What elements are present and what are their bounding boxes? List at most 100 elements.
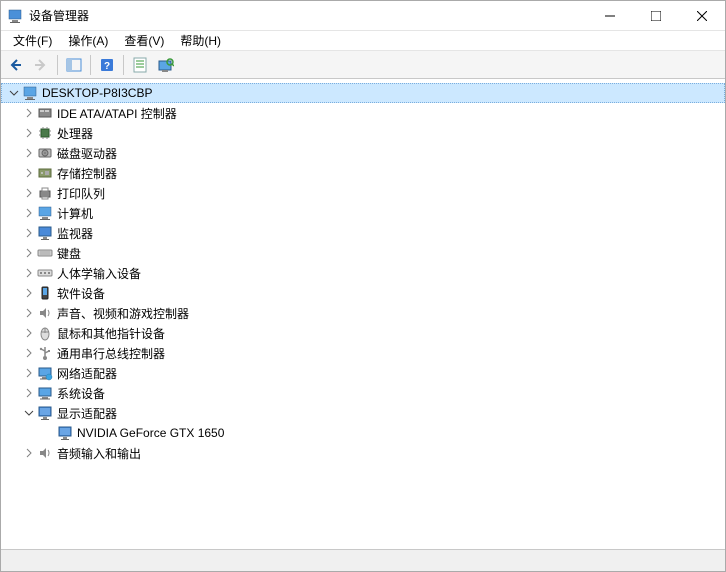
tree-item[interactable]: 音频输入和输出 [1,443,725,463]
usb-icon [37,345,53,361]
window-title: 设备管理器 [29,7,587,24]
expander-closed-icon[interactable] [21,205,37,221]
toolbar: ? [1,51,725,79]
expander-closed-icon[interactable] [21,385,37,401]
help-button[interactable]: ? [95,53,119,77]
expander-closed-icon[interactable] [21,165,37,181]
tree-item-label: 网络适配器 [57,365,117,382]
computer-icon [22,85,38,101]
cpu-icon [37,125,53,141]
tree-item[interactable]: 鼠标和其他指针设备 [1,323,725,343]
expander-closed-icon[interactable] [21,365,37,381]
tree-item[interactable]: 系统设备 [1,383,725,403]
tree-root-item[interactable]: DESKTOP-P8I3CBP [1,83,725,103]
tree-item-label: IDE ATA/ATAPI 控制器 [57,105,177,122]
tree-item-label: 通用串行总线控制器 [57,345,165,362]
window-controls [587,1,725,30]
ide-icon [37,105,53,121]
mouse-icon [37,325,53,341]
toolbar-separator [123,55,124,75]
show-hide-tree-button[interactable] [62,53,86,77]
tree-item[interactable]: NVIDIA GeForce GTX 1650 [1,423,725,443]
tree-item[interactable]: 网络适配器 [1,363,725,383]
expander-closed-icon[interactable] [21,105,37,121]
tree-item-label: 系统设备 [57,385,105,402]
tree-item[interactable]: 软件设备 [1,283,725,303]
device-tree: DESKTOP-P8I3CBP IDE ATA/ATAPI 控制器处理器磁盘驱动器… [1,79,725,549]
tree-item-label: 存储控制器 [57,165,117,182]
expander-closed-icon[interactable] [21,305,37,321]
expander-open-icon[interactable] [21,405,37,421]
expander-closed-icon[interactable] [21,265,37,281]
tree-item[interactable]: 存储控制器 [1,163,725,183]
menu-file[interactable]: 文件(F) [5,30,60,51]
tree-item-label: 磁盘驱动器 [57,145,117,162]
tree-item[interactable]: 处理器 [1,123,725,143]
tree-item-label: 显示适配器 [57,405,117,422]
expander-closed-icon[interactable] [21,185,37,201]
expander-closed-icon[interactable] [21,225,37,241]
tree-item[interactable]: 显示适配器 [1,403,725,423]
printer-icon [37,185,53,201]
tree-item[interactable]: 人体学输入设备 [1,263,725,283]
toolbar-separator [57,55,58,75]
back-button[interactable] [3,53,27,77]
expander-closed-icon[interactable] [21,145,37,161]
menubar: 文件(F) 操作(A) 查看(V) 帮助(H) [1,31,725,51]
tree-item[interactable]: 磁盘驱动器 [1,143,725,163]
tree-item-label: 鼠标和其他指针设备 [57,325,165,342]
tree-item[interactable]: 监视器 [1,223,725,243]
expander-closed-icon[interactable] [21,245,37,261]
tree-item[interactable]: 计算机 [1,203,725,223]
close-button[interactable] [679,1,725,30]
network-icon [37,365,53,381]
menu-help[interactable]: 帮助(H) [172,30,229,51]
menu-view[interactable]: 查看(V) [116,30,172,51]
hid-icon [37,265,53,281]
disk-icon [37,145,53,161]
tree-item-label: 处理器 [57,125,93,142]
tree-item[interactable]: 通用串行总线控制器 [1,343,725,363]
properties-button[interactable] [128,53,152,77]
scan-hardware-button[interactable] [154,53,178,77]
audio-icon [37,445,53,461]
tree-item-label: 键盘 [57,245,81,262]
computer-icon [37,205,53,221]
tree-item[interactable]: 打印队列 [1,183,725,203]
tree-item-label: 音频输入和输出 [57,445,141,462]
tree-item[interactable]: IDE ATA/ATAPI 控制器 [1,103,725,123]
sound-icon [37,305,53,321]
tree-item[interactable]: 键盘 [1,243,725,263]
tree-item-label: NVIDIA GeForce GTX 1650 [77,426,224,440]
expander-closed-icon[interactable] [21,285,37,301]
tree-item-label: 监视器 [57,225,93,242]
svg-text:?: ? [104,61,110,72]
expander-closed-icon[interactable] [21,125,37,141]
tree-item-label: 打印队列 [57,185,105,202]
titlebar: 设备管理器 [1,1,725,31]
expander-closed-icon[interactable] [21,325,37,341]
keyboard-icon [37,245,53,261]
expander-closed-icon [41,425,57,441]
expander-open-icon[interactable] [6,85,22,101]
tree-item-label: 人体学输入设备 [57,265,141,282]
expander-closed-icon[interactable] [21,445,37,461]
minimize-button[interactable] [587,1,633,30]
app-icon [7,8,23,24]
tree-item-label: 计算机 [57,205,93,222]
tree-item[interactable]: 声音、视频和游戏控制器 [1,303,725,323]
tree-item-label: 声音、视频和游戏控制器 [57,305,189,322]
system-icon [37,385,53,401]
statusbar [1,549,725,571]
gpu-icon [57,425,73,441]
tree-root-label: DESKTOP-P8I3CBP [42,86,152,100]
monitor-icon [37,225,53,241]
forward-button[interactable] [29,53,53,77]
storage-icon [37,165,53,181]
menu-action[interactable]: 操作(A) [60,30,116,51]
tree-item-label: 软件设备 [57,285,105,302]
expander-closed-icon[interactable] [21,345,37,361]
display-icon [37,405,53,421]
toolbar-separator [90,55,91,75]
maximize-button[interactable] [633,1,679,30]
